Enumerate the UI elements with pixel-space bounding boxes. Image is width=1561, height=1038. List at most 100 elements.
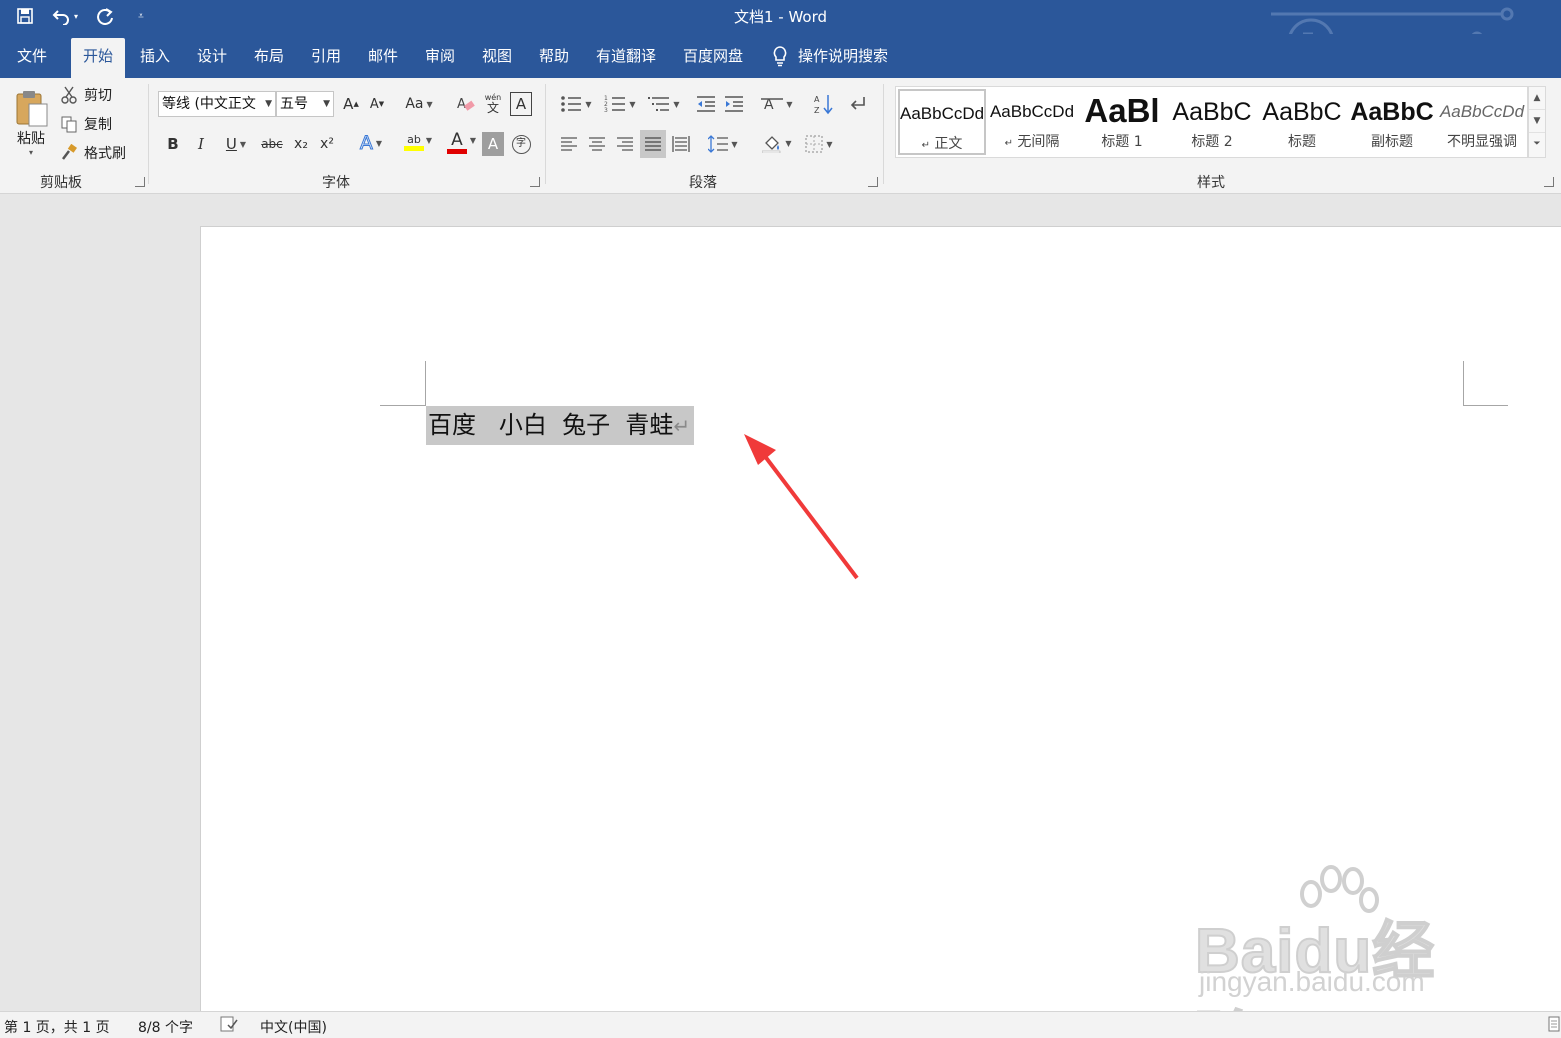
superscript-button[interactable]: x² bbox=[316, 132, 338, 156]
increase-indent-icon[interactable] bbox=[722, 91, 746, 117]
ribbon-tabs: 文件 开始 插入 设计 布局 引用 邮件 审阅 视图 帮助 有道翻译 百度网盘 … bbox=[0, 34, 1561, 78]
shrink-font-icon[interactable]: A ▼ bbox=[366, 92, 388, 116]
gallery-more-icon[interactable]: ⏷ bbox=[1529, 133, 1545, 156]
tab-file[interactable]: 文件 bbox=[5, 38, 59, 78]
clipboard-launcher-icon[interactable] bbox=[135, 177, 145, 187]
style-normal[interactable]: AaBbCcDd ↵ 正文 bbox=[898, 89, 986, 155]
align-center-icon[interactable] bbox=[586, 132, 608, 156]
lightbulb-icon bbox=[773, 46, 787, 67]
view-mode-icon[interactable] bbox=[1548, 1016, 1560, 1036]
grow-font-icon[interactable]: A ▲ bbox=[340, 92, 362, 116]
cut-button[interactable]: 剪切 bbox=[60, 84, 112, 106]
tab-youdao-translate[interactable]: 有道翻译 bbox=[584, 38, 668, 78]
multilevel-list-button[interactable]: ▼ bbox=[644, 91, 684, 117]
clipboard-group-label: 剪贴板 bbox=[40, 175, 82, 191]
proofing-icon[interactable] bbox=[220, 1016, 238, 1036]
line-spacing-icon[interactable]: ▼ bbox=[704, 132, 742, 156]
tab-view[interactable]: 视图 bbox=[470, 38, 524, 78]
paste-label: 粘贴 bbox=[17, 130, 45, 147]
language-status[interactable]: 中文(中国) bbox=[260, 1017, 327, 1037]
style-subtle-emphasis[interactable]: AaBbCcDd 不明显强调 bbox=[1438, 89, 1526, 155]
change-case-icon[interactable]: Aa ▼ bbox=[400, 92, 438, 116]
italic-button[interactable]: I bbox=[190, 132, 212, 156]
shading-icon[interactable]: ▼ bbox=[758, 130, 796, 156]
style-subtitle[interactable]: AaBbC 副标题 bbox=[1348, 89, 1436, 155]
gallery-up-icon[interactable]: ▲ bbox=[1529, 87, 1545, 110]
chinese-layout-icon[interactable]: A ▼ bbox=[758, 91, 796, 117]
paragraph-mark: ↵ bbox=[673, 414, 691, 438]
status-bar: 第 1 页，共 1 页 8/8 个字 中文(中国) bbox=[0, 1011, 1561, 1038]
distributed-icon[interactable] bbox=[670, 132, 692, 156]
align-right-icon[interactable] bbox=[614, 132, 636, 156]
group-divider bbox=[148, 84, 149, 184]
bold-button[interactable]: B bbox=[162, 132, 184, 156]
sort-icon[interactable]: AZ bbox=[812, 91, 836, 117]
selected-text[interactable]: 百度 小白 兔子 青蛙↵ bbox=[426, 406, 695, 445]
tab-references[interactable]: 引用 bbox=[299, 38, 353, 78]
tab-baidu-netdisk[interactable]: 百度网盘 bbox=[671, 38, 755, 78]
styles-launcher-icon[interactable] bbox=[1544, 177, 1554, 187]
borders-icon[interactable]: ▼ bbox=[800, 132, 838, 156]
tab-review[interactable]: 审阅 bbox=[413, 38, 467, 78]
font-color-swatch bbox=[447, 148, 467, 154]
tab-help[interactable]: 帮助 bbox=[527, 38, 581, 78]
tab-home[interactable]: 开始 bbox=[71, 38, 126, 78]
crop-mark bbox=[1463, 361, 1464, 406]
strikethrough-button[interactable]: abc bbox=[258, 132, 286, 156]
clipboard-icon bbox=[16, 90, 48, 126]
justify-icon[interactable] bbox=[640, 130, 666, 158]
font-size-value: 五号 bbox=[280, 96, 308, 112]
tab-layout[interactable]: 布局 bbox=[242, 38, 296, 78]
copy-label: 复制 bbox=[84, 117, 112, 133]
scissors-icon bbox=[61, 86, 77, 104]
character-shading-icon[interactable]: A bbox=[482, 132, 504, 156]
styles-group-label: 样式 bbox=[1197, 175, 1225, 191]
font-name-combo[interactable]: 等线 (中文正文 ▼ bbox=[158, 91, 276, 117]
font-size-combo[interactable]: 五号 ▼ bbox=[276, 91, 334, 117]
style-no-spacing[interactable]: AaBbCcDd ↵ 无间隔 bbox=[988, 89, 1076, 155]
page-count-status[interactable]: 第 1 页，共 1 页 bbox=[4, 1017, 110, 1037]
title-bar: ▾ ⩡ 文档1 - Word bbox=[0, 0, 1561, 74]
font-color-button[interactable]: A ▼ bbox=[438, 128, 476, 156]
svg-text:A: A bbox=[814, 95, 820, 104]
style-heading-2[interactable]: AaBbC 标题 2 bbox=[1168, 89, 1256, 155]
clear-formatting-icon[interactable]: A bbox=[454, 91, 478, 117]
decrease-indent-icon[interactable] bbox=[694, 91, 718, 117]
show-paragraph-marks-icon[interactable] bbox=[846, 91, 870, 117]
document-text: 百度 小白 兔子 青蛙 bbox=[428, 411, 674, 439]
paragraph-group-label: 段落 bbox=[689, 175, 717, 191]
align-left-icon[interactable] bbox=[558, 132, 580, 156]
tab-design[interactable]: 设计 bbox=[185, 38, 239, 78]
paragraph-launcher-icon[interactable] bbox=[868, 177, 878, 187]
tab-insert[interactable]: 插入 bbox=[128, 38, 182, 78]
font-name-value: 等线 (中文正文 bbox=[162, 96, 256, 112]
enclose-characters-icon[interactable]: 字 bbox=[510, 132, 532, 156]
phonetic-guide-icon[interactable]: wén 文 bbox=[482, 90, 504, 118]
character-border-icon[interactable]: A bbox=[510, 92, 532, 116]
paste-button[interactable]: 粘贴 ▾ bbox=[10, 84, 52, 162]
numbering-button[interactable]: 1 2 3 ▼ bbox=[600, 91, 640, 117]
crop-mark bbox=[1463, 405, 1508, 406]
highlight-color-button[interactable]: ab ▼ bbox=[394, 128, 434, 156]
crop-mark bbox=[380, 405, 425, 406]
style-heading-1[interactable]: AaBl 标题 1 bbox=[1078, 89, 1166, 155]
format-painter-button[interactable]: 格式刷 bbox=[60, 142, 126, 164]
tell-me-search[interactable]: 操作说明搜索 bbox=[772, 38, 888, 74]
cut-label: 剪切 bbox=[84, 88, 112, 104]
copy-icon bbox=[61, 116, 77, 133]
text-effects-button[interactable]: A ▼ bbox=[354, 130, 388, 156]
underline-button[interactable]: U ▼ bbox=[218, 132, 254, 156]
gallery-down-icon[interactable]: ▼ bbox=[1529, 110, 1545, 133]
svg-text:3: 3 bbox=[604, 107, 608, 113]
word-count-status[interactable]: 8/8 个字 bbox=[138, 1017, 193, 1037]
font-launcher-icon[interactable] bbox=[530, 177, 540, 187]
bullets-button[interactable]: ▼ bbox=[556, 91, 596, 117]
copy-button[interactable]: 复制 bbox=[60, 113, 112, 135]
group-divider bbox=[883, 84, 884, 184]
styles-gallery: AaBbCcDd ↵ 正文 AaBbCcDd ↵ 无间隔 AaBl 标题 1 A… bbox=[895, 86, 1528, 158]
subscript-button[interactable]: x₂ bbox=[290, 132, 312, 156]
style-title[interactable]: AaBbC 标题 bbox=[1258, 89, 1346, 155]
crop-mark bbox=[425, 361, 426, 406]
tab-mailings[interactable]: 邮件 bbox=[356, 38, 410, 78]
highlight-swatch bbox=[404, 145, 424, 151]
